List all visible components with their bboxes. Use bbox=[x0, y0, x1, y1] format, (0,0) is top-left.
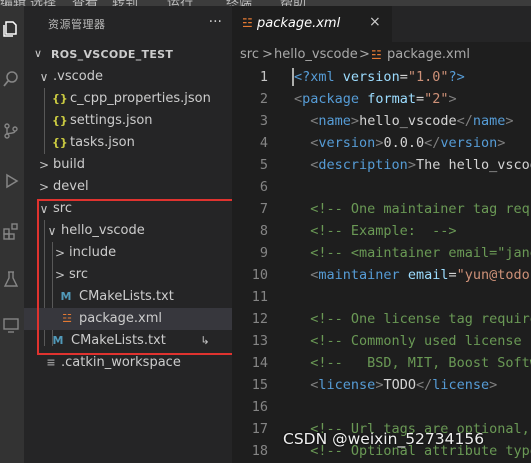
code-line-3: <name>hello_vscode</name> bbox=[310, 113, 514, 129]
line-number: 16 bbox=[251, 399, 268, 415]
breadcrumb: src > hello_vscode > ☳ package.xml bbox=[232, 44, 531, 66]
tree-item-label: tasks.json bbox=[70, 135, 135, 150]
code-line-1: <?xml version="1.0"?> bbox=[294, 69, 465, 85]
tree-folder-devel[interactable]: > devel bbox=[24, 176, 232, 198]
code-editor[interactable]: 1 2 3 4 5 6 7 8 9 10 11 12 13 14 15 16 1… bbox=[232, 66, 531, 463]
chevron-right-icon: > bbox=[38, 158, 50, 172]
chevron-down-icon: ∨ bbox=[39, 70, 49, 84]
line-number: 12 bbox=[251, 311, 268, 327]
rss-xml-file-icon: ☳ bbox=[242, 16, 253, 30]
line-number: 4 bbox=[259, 135, 268, 151]
line-number: 15 bbox=[251, 377, 268, 393]
tree-item-label: settings.json bbox=[70, 113, 153, 128]
breadcrumb-item-src[interactable]: src bbox=[240, 44, 259, 66]
tree-file-catkin-workspace[interactable]: ≡ .catkin_workspace bbox=[24, 352, 232, 374]
watermark-text: CSDN @weixin_52734156 bbox=[283, 430, 485, 448]
code-line-4: <version>0.0.0</version> bbox=[310, 135, 506, 151]
line-number: 2 bbox=[259, 91, 268, 107]
line-number: 14 bbox=[251, 355, 268, 371]
line-number: 17 bbox=[251, 421, 268, 437]
code-line-13: <!-- One license tag required, multiple … bbox=[310, 311, 531, 327]
rss-xml-file-icon: ☳ bbox=[371, 48, 382, 62]
code-line-8: <!-- Example: --> bbox=[310, 223, 457, 239]
line-number: 8 bbox=[259, 223, 268, 239]
chevron-down-icon: ∨ bbox=[34, 47, 43, 60]
code-line-16: <license>TODO</license> bbox=[310, 377, 498, 393]
code-line-5: <description>The hello_vscode package bbox=[310, 157, 531, 173]
json-file-icon: {} bbox=[52, 92, 68, 105]
line-number: 6 bbox=[259, 179, 268, 195]
tree-file-tasks[interactable]: {} tasks.json bbox=[24, 132, 232, 154]
explorer-icon[interactable] bbox=[2, 20, 20, 38]
line-number: 7 bbox=[259, 201, 268, 217]
code-line-10: <maintainer email="yun@todo.todo" bbox=[310, 267, 531, 283]
workspace-section-header[interactable]: ∨ ROS_VSCODE_TEST bbox=[24, 44, 232, 66]
line-number: 18 bbox=[251, 443, 268, 459]
line-number: 3 bbox=[259, 113, 268, 129]
plain-file-icon: ≡ bbox=[46, 356, 56, 369]
chevron-right-icon: > bbox=[38, 180, 50, 194]
extensions-icon[interactable] bbox=[2, 222, 20, 240]
more-actions-icon[interactable]: ··· bbox=[209, 14, 222, 30]
tree-item-label: .vscode bbox=[53, 69, 103, 84]
tree-file-c-cpp-properties[interactable]: {} c_cpp_properties.json bbox=[24, 88, 232, 110]
line-number: 1 bbox=[259, 69, 268, 85]
tree-item-label: devel bbox=[53, 179, 89, 194]
code-line-7: <!-- One maintainer tag required, multip… bbox=[310, 201, 531, 217]
run-debug-icon[interactable] bbox=[2, 172, 20, 190]
tree-folder-vscode[interactable]: ∨ .vscode bbox=[24, 66, 232, 88]
breadcrumb-item-package-xml[interactable]: package.xml bbox=[387, 44, 470, 66]
tree-item-label: build bbox=[53, 157, 85, 172]
json-file-icon: {} bbox=[52, 136, 68, 149]
json-file-icon: {} bbox=[52, 114, 68, 127]
line-number: 5 bbox=[259, 157, 268, 173]
source-control-icon[interactable] bbox=[2, 122, 20, 140]
explorer-title: 资源管理器 bbox=[48, 18, 106, 31]
breadcrumb-separator: > bbox=[262, 47, 273, 62]
tree-folder-build[interactable]: > build bbox=[24, 154, 232, 176]
breadcrumb-item-hello-vscode[interactable]: hello_vscode bbox=[274, 44, 358, 66]
code-line-14: <!-- Commonly used license strings: --> bbox=[310, 333, 531, 349]
tab-package-xml[interactable]: ☳ package.xml × bbox=[232, 6, 392, 42]
line-number: 9 bbox=[259, 245, 268, 261]
code-line-2: <package format="2"> bbox=[294, 91, 457, 107]
breadcrumb-separator: > bbox=[359, 47, 370, 62]
line-number: 10 bbox=[251, 267, 268, 283]
line-number: 11 bbox=[251, 289, 268, 305]
line-number: 13 bbox=[251, 333, 268, 349]
tree-item-label: .catkin_workspace bbox=[61, 355, 181, 370]
testing-icon[interactable] bbox=[2, 270, 20, 288]
tree-item-label: c_cpp_properties.json bbox=[70, 91, 211, 106]
code-line-9: <!-- <maintainer email="jane.doe@example… bbox=[310, 245, 531, 261]
close-icon[interactable]: × bbox=[369, 14, 381, 30]
code-line-15: <!-- BSD, MIT, Boost Software License --… bbox=[310, 355, 531, 371]
tree-file-settings[interactable]: {} settings.json bbox=[24, 110, 232, 132]
remote-explorer-icon[interactable] bbox=[2, 316, 20, 334]
workspace-name: ROS_VSCODE_TEST bbox=[51, 48, 174, 61]
activity-bar bbox=[0, 6, 24, 463]
search-icon[interactable] bbox=[2, 70, 20, 88]
tab-label: package.xml bbox=[257, 16, 341, 31]
editor-tabs-bar: ☳ package.xml × bbox=[232, 6, 531, 42]
